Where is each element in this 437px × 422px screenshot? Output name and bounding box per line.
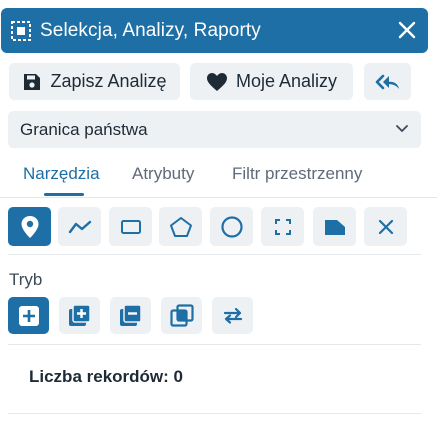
save-analysis-label: Zapisz Analizę	[50, 71, 167, 91]
remove-from-selection-icon	[119, 303, 143, 328]
selection-frame-icon	[10, 20, 32, 42]
tool-polyline-button[interactable]	[58, 207, 101, 246]
section-divider	[8, 254, 421, 255]
mode-switch-button[interactable]	[212, 297, 253, 334]
tool-polygon-button[interactable]	[159, 207, 202, 246]
circle-icon	[220, 215, 244, 239]
area-shape-icon	[323, 218, 347, 236]
layer-select-value: Granica państwa	[20, 119, 148, 139]
tool-area-button[interactable]	[313, 207, 356, 246]
tool-extent-button[interactable]	[261, 207, 304, 246]
save-analysis-button[interactable]: Zapisz Analizę	[9, 63, 180, 100]
section-divider	[8, 413, 421, 414]
selection-panel: Selekcja, Analizy, Raporty Zapisz Analiz…	[0, 0, 437, 422]
close-icon[interactable]	[395, 18, 419, 42]
intersect-selection-icon	[169, 303, 194, 328]
extent-icon	[274, 218, 292, 236]
mode-new-selection-button[interactable]	[8, 297, 49, 334]
tool-clear-button[interactable]	[364, 207, 407, 246]
active-tab-indicator	[44, 193, 84, 196]
layer-select[interactable]: Granica państwa	[8, 111, 421, 148]
tool-point-button[interactable]	[8, 207, 51, 246]
mode-label: Tryb	[9, 270, 43, 289]
tool-circle-button[interactable]	[210, 207, 253, 246]
mode-add-button[interactable]	[59, 297, 100, 334]
panel-title: Selekcja, Analizy, Raporty	[40, 19, 261, 41]
polyline-icon	[68, 219, 92, 235]
section-divider	[8, 344, 421, 345]
new-selection-icon	[18, 305, 40, 327]
my-analyses-button[interactable]: Moje Analizy	[190, 63, 353, 100]
clear-icon	[378, 219, 394, 235]
tool-rectangle-button[interactable]	[109, 207, 152, 246]
panel-header: Selekcja, Analizy, Raporty	[1, 8, 428, 53]
mode-intersect-button[interactable]	[161, 297, 202, 334]
switch-selection-icon	[222, 307, 244, 325]
tab-narzedzia[interactable]: Narzędzia	[23, 164, 100, 184]
floppy-disk-icon	[22, 72, 42, 92]
chevron-down-icon	[395, 122, 409, 141]
rectangle-icon	[120, 219, 142, 235]
my-analyses-label: Moje Analizy	[235, 71, 338, 91]
reply-all-icon	[375, 72, 401, 92]
pentagon-icon	[169, 216, 193, 238]
mode-remove-button[interactable]	[110, 297, 151, 334]
back-button[interactable]	[364, 63, 411, 100]
tab-filtr-przestrzenny[interactable]: Filtr przestrzenny	[232, 164, 362, 184]
tab-atrybuty[interactable]: Atrybuty	[132, 164, 194, 184]
heart-icon	[206, 72, 228, 92]
tabs-divider	[0, 197, 437, 198]
record-count: Liczba rekordów: 0	[29, 367, 183, 386]
add-to-selection-icon	[68, 303, 92, 328]
map-pin-icon	[20, 215, 40, 239]
